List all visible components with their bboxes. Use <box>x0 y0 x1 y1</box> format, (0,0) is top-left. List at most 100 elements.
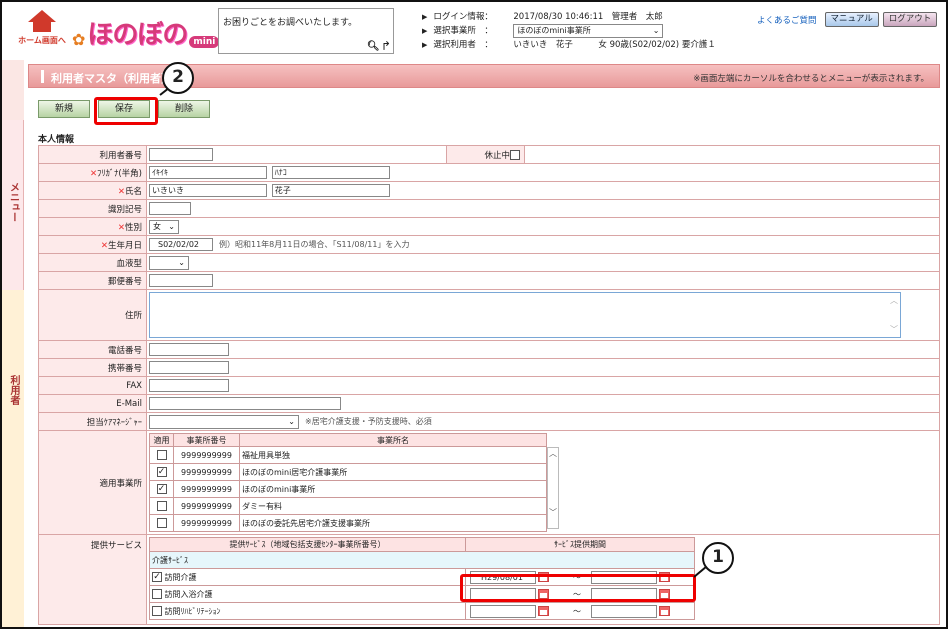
address-textarea[interactable]: ︿ ﹀ <box>149 292 901 338</box>
table-row[interactable]: 9999999999 ほのぼの委託先居宅介護支援事業所 <box>149 514 547 532</box>
scroll-up-icon[interactable]: ︿ <box>890 295 898 306</box>
email-label: E-Mail <box>38 394 147 413</box>
table-row[interactable]: 9999999999 ダミー有料 <box>149 497 547 515</box>
faq-link[interactable]: よくあるご質問 <box>757 14 817 26</box>
id-symbol-input[interactable] <box>149 202 191 215</box>
office-name: 福祉用具単独 <box>239 446 547 464</box>
blood-select[interactable]: ⌄ <box>149 255 189 270</box>
service-col-name: 提供ｻｰﾋﾞｽ（地域包括支援ｾﾝﾀｰ事業所番号） <box>149 537 466 552</box>
home-button[interactable]: ホーム画面へ <box>18 8 66 50</box>
birth-input[interactable]: S02/02/02 <box>149 238 213 251</box>
mobile-input[interactable] <box>149 361 229 374</box>
table-row[interactable]: 9999999999 福祉用具単独 <box>149 446 547 464</box>
delete-button[interactable]: 削除 <box>158 100 210 118</box>
app-window: ホーム画面へ ✿ ほのぼの mini お困りごとをお調べいたします。 🔍︎ ↱ … <box>0 0 948 629</box>
sidebar-tab-menu-label: メニュー <box>7 182 19 222</box>
service-checkbox[interactable] <box>152 589 162 599</box>
care-manager-label: 担当ｹｱﾏﾈｰｼﾞｬｰ <box>38 412 147 431</box>
suspended-checkbox[interactable] <box>510 149 520 160</box>
name-label-text: 氏名 <box>124 186 142 197</box>
office-name: ほのぼのmini居宅介護事業所 <box>239 463 547 481</box>
table-row[interactable]: 訪問ﾘﾊﾋﾞﾘﾃｰｼｮﾝ ～ <box>149 602 695 620</box>
service-col-period: ｻｰﾋﾞｽ提供期間 <box>465 537 695 552</box>
office-checkbox[interactable] <box>156 501 167 511</box>
service-end-input[interactable] <box>591 604 657 618</box>
office-name: ほのぼの委託先居宅介護支援事業所 <box>239 514 547 532</box>
office-select[interactable]: ほのぼのmini事業所 ⌄ <box>513 24 664 38</box>
triangle-icon: ▶ <box>422 27 428 35</box>
zip-input[interactable] <box>149 274 213 287</box>
email-input[interactable] <box>149 397 341 410</box>
office-label: 選択事業所 ： <box>433 26 493 36</box>
suspended-label-text: 休止中 <box>484 150 510 161</box>
search-icon[interactable]: 🔍︎ <box>367 41 380 52</box>
care-manager-select[interactable]: ⌄ <box>149 414 299 429</box>
kana-label: ✕ﾌﾘｶﾞﾅ(半角) <box>38 163 147 182</box>
office-table-scrollbar[interactable]: ︿ ﹀ <box>547 447 559 529</box>
page-title: 利用者マスタ（利用者） <box>51 72 172 85</box>
calendar-icon[interactable] <box>659 606 670 616</box>
logout-button[interactable]: ログアウト <box>882 12 938 27</box>
sex-select-value: 女 <box>153 221 161 231</box>
office-name: ダミー有料 <box>239 497 547 515</box>
home-label: ホーム画面へ <box>18 36 66 45</box>
fax-input[interactable] <box>149 379 229 392</box>
sex-label-text: 性別 <box>124 222 142 233</box>
user-form: 利用者番号 休止中 ✕ﾌﾘｶﾞﾅ(半角) ｲｷｲｷ ﾊﾅｺ ✕氏名 いきいき 花… <box>38 145 940 625</box>
office-checkbox[interactable]: ✓ <box>156 484 167 494</box>
table-row[interactable]: ✓ 9999999999 ほのぼのmini居宅介護事業所 <box>149 463 547 481</box>
callout-badge-1: 1 <box>702 542 734 574</box>
kana-first-input[interactable]: ﾊﾅｺ <box>271 166 390 179</box>
office-number: 9999999999 <box>173 463 240 481</box>
birth-label: ✕生年月日 <box>38 235 147 254</box>
chevron-down-icon: ⌄ <box>652 26 660 35</box>
kana-label-text: ﾌﾘｶﾞﾅ(半角) <box>97 168 142 179</box>
callout-badge-2: 2 <box>162 62 194 94</box>
home-icon-body <box>33 22 51 32</box>
scroll-down-icon[interactable]: ﹀ <box>548 507 558 518</box>
mobile-label: 携帯番号 <box>38 358 147 377</box>
table-row[interactable]: ✓ 9999999999 ほのぼのmini事業所 <box>149 480 547 498</box>
help-search-box[interactable]: お困りごとをお調べいたします。 🔍︎ ↱ <box>218 8 394 54</box>
page-note: ※画面左端にカーソルを合わせるとメニューが表示されます。 <box>693 74 929 84</box>
scroll-down-icon[interactable]: ﹀ <box>890 324 898 335</box>
home-icon <box>28 10 56 22</box>
session-info: ▶ ログイン情報： 2017/08/30 10:46:11 管理者 太郎 ▶ 選択事業… <box>422 10 752 52</box>
service-checkbox[interactable] <box>152 606 162 616</box>
arrow-icon[interactable]: ↱ <box>381 39 391 53</box>
sidebar-tab-menu[interactable]: メニュー <box>2 120 24 290</box>
office-col-name: 事業所名 <box>239 433 547 447</box>
sex-select[interactable]: 女 ⌄ <box>149 219 179 234</box>
service-checkbox[interactable]: ✓ <box>152 572 162 582</box>
login-value: 2017/08/30 10:46:11 管理者 太郎 <box>513 12 663 22</box>
name-last-input[interactable]: いきいき <box>149 184 267 197</box>
triangle-icon: ▶ <box>422 13 428 21</box>
user-no-input[interactable] <box>149 148 213 161</box>
office-number: 9999999999 <box>173 497 240 515</box>
scroll-up-icon[interactable]: ︿ <box>548 448 558 459</box>
new-button[interactable]: 新規 <box>38 100 90 118</box>
office-checkbox[interactable] <box>156 518 167 528</box>
chevron-down-icon: ⌄ <box>168 221 175 231</box>
name-label: ✕氏名 <box>38 181 147 200</box>
office-label: 適用事業所 <box>38 430 147 535</box>
kana-last-input[interactable]: ｲｷｲｷ <box>149 166 267 179</box>
address-label: 住所 <box>38 289 147 341</box>
sex-label: ✕性別 <box>38 217 147 236</box>
sidebar-tab-user[interactable]: 利用者 <box>2 290 24 627</box>
office-checkbox[interactable]: ✓ <box>156 467 167 477</box>
calendar-icon[interactable] <box>538 606 549 616</box>
office-number: 9999999999 <box>173 446 240 464</box>
phone-input[interactable] <box>149 343 229 356</box>
care-manager-hint: ※居宅介護支援・予防支援時、必須 <box>305 417 432 426</box>
fax-label: FAX <box>38 376 147 395</box>
birth-hint: 例）昭和11年8月11日の場合、「S11/08/11」を入力 <box>219 240 410 249</box>
service-start-input[interactable] <box>470 604 536 618</box>
office-name: ほのぼのmini事業所 <box>239 480 547 498</box>
suspended-label: 休止中 <box>446 145 525 164</box>
manual-button[interactable]: マニュアル <box>824 12 879 27</box>
user-label: 選択利用者 ： <box>433 40 493 50</box>
office-checkbox[interactable] <box>156 450 167 460</box>
service-name: 訪問介護 <box>164 572 197 582</box>
name-first-input[interactable]: 花子 <box>271 184 390 197</box>
